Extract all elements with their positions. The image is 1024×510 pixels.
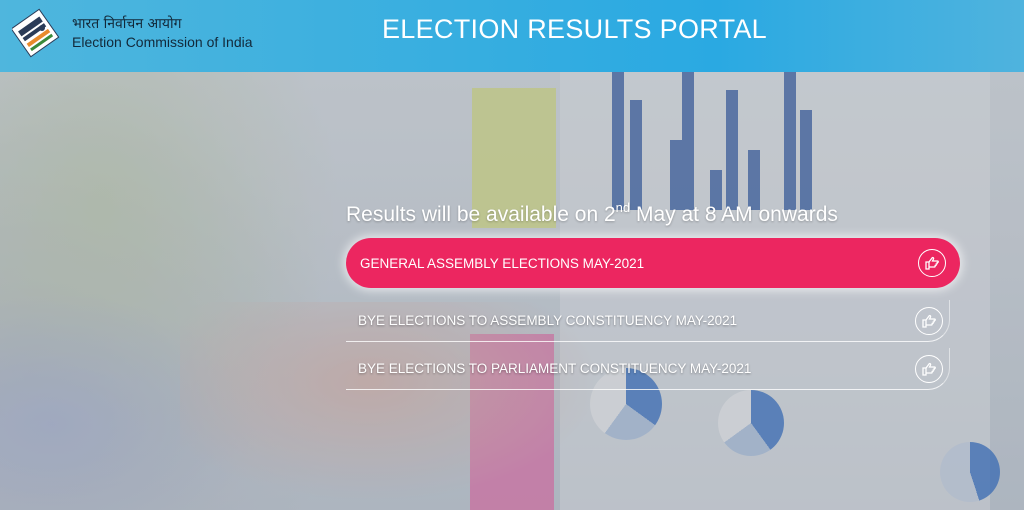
logo-hindi-text: भारत निर्वाचन आयोग [72, 16, 182, 32]
bye-elections-parliament-button[interactable]: BYE ELECTIONS TO PARLIAMENT CONSTITUENCY… [346, 348, 950, 390]
headline-prefix: Results will be available on 2 [346, 203, 616, 226]
link-label: BYE ELECTIONS TO ASSEMBLY CONSTITUENCY M… [358, 313, 738, 328]
pointing-hand-icon [918, 249, 946, 277]
eci-logo-icon [10, 6, 66, 60]
results-availability-notice: Results will be available on 2nd May at … [346, 200, 838, 227]
headline-superscript: nd [615, 200, 631, 215]
pointing-hand-icon [915, 354, 943, 383]
link-label: BYE ELECTIONS TO PARLIAMENT CONSTITUENCY… [358, 361, 752, 376]
bye-elections-assembly-button[interactable]: BYE ELECTIONS TO ASSEMBLY CONSTITUENCY M… [346, 300, 950, 342]
pointing-hand-icon [915, 306, 943, 335]
hero-background: Results will be available on 2nd May at … [0, 72, 1024, 510]
logo-english-text: Election Commission of India [72, 34, 253, 50]
link-label: GENERAL ASSEMBLY ELECTIONS MAY-2021 [360, 255, 645, 271]
general-assembly-elections-button[interactable]: GENERAL ASSEMBLY ELECTIONS MAY-2021 [346, 238, 960, 288]
eci-logo-text: भारत निर्वाचन आयोग Election Commission o… [72, 15, 253, 51]
page-title: ELECTION RESULTS PORTAL [382, 14, 767, 44]
headline-suffix: May at 8 AM onwards [630, 203, 838, 226]
header-bar: भारत निर्वाचन आयोग Election Commission o… [0, 0, 1024, 72]
hero-overlay [0, 72, 1024, 510]
eci-logo-link[interactable]: भारत निर्वाचन आयोग Election Commission o… [10, 6, 253, 60]
